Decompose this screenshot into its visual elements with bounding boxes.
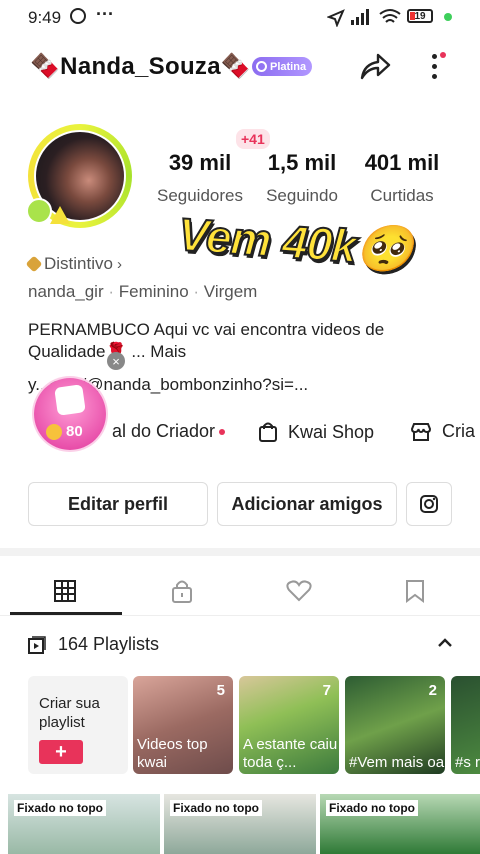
bio-line: Qualidade🌹 ... Mais xyxy=(28,342,187,361)
platinum-badge[interactable]: Platina xyxy=(252,57,313,76)
stat-label: Seguidores xyxy=(156,186,243,205)
pinned-label: Fixado no topo xyxy=(14,800,106,816)
shortcut-kwai-shop[interactable]: Kwai Shop xyxy=(258,421,374,443)
playlist-count: 2 xyxy=(428,682,437,699)
badge-label: Platina xyxy=(270,60,307,73)
username: 🍫Nanda_Souza🍫 xyxy=(30,53,252,80)
chevron-up-icon[interactable] xyxy=(436,636,454,650)
lock-icon[interactable] xyxy=(170,578,194,604)
status-bar: 9:49 ··· 19 xyxy=(0,0,480,36)
chevron-right-icon: › xyxy=(116,255,122,273)
tab-active-indicator xyxy=(10,612,122,615)
playlist-card[interactable]: 5 Videos top kwai xyxy=(133,676,233,774)
new-followers-badge: +41 xyxy=(236,129,270,149)
create-playlist-card[interactable]: Criar sua playlist + xyxy=(28,676,128,774)
location-icon xyxy=(327,9,345,27)
shortcut-creator-center[interactable]: Cria xyxy=(410,421,475,442)
profile-tags: nanda_gir · Feminino · Virgem xyxy=(28,282,258,301)
add-button[interactable]: + xyxy=(39,740,83,764)
wifi-icon xyxy=(379,9,401,23)
playlists-header[interactable]: 164 Playlists xyxy=(28,634,159,655)
store-icon xyxy=(410,422,432,441)
battery-level: 19 xyxy=(414,10,426,22)
zodiac-sign: Virgem xyxy=(203,282,258,301)
playlist-count: 5 xyxy=(216,682,225,699)
status-time: 9:49 xyxy=(28,8,62,27)
tab-underline-track xyxy=(0,615,480,616)
distinctive-link[interactable]: Distintivo › xyxy=(25,254,122,274)
stat-label: Seguindo xyxy=(266,186,338,205)
badge-icon xyxy=(256,61,267,72)
playlist-title: #Vem mais oa xyxy=(349,754,445,771)
share-icon[interactable] xyxy=(358,50,392,82)
avatar-decoration-icon xyxy=(26,198,52,224)
shortcut-label: al do Criador xyxy=(112,421,216,441)
task-icon xyxy=(54,384,86,416)
gender: Feminino xyxy=(118,282,189,301)
bio-line: PERNAMBUCO Aqui vc vai encontra videos d… xyxy=(28,320,385,339)
edit-profile-button[interactable]: Editar perfil xyxy=(28,482,208,526)
close-icon[interactable]: × xyxy=(107,352,125,370)
more-options-icon[interactable] xyxy=(430,52,446,82)
create-playlist-label: Criar sua playlist xyxy=(39,695,100,731)
handle: nanda_gir xyxy=(28,282,104,301)
stat-value: 401 mil xyxy=(364,150,440,175)
playlist-card[interactable]: #s rdo xyxy=(451,676,480,774)
more-notifications-icon: ··· xyxy=(96,4,114,24)
pinned-label: Fixado no topo xyxy=(170,800,262,816)
playlist-title: A estante caiu toda ç... xyxy=(243,736,338,771)
bookmark-icon[interactable] xyxy=(405,579,425,603)
shortcut-label: Cria xyxy=(442,421,476,441)
playlist-title: #s rdo xyxy=(455,754,480,771)
battery-icon: 19 xyxy=(407,9,433,23)
shopping-bag-icon xyxy=(259,422,277,442)
playlists-count: 164 Playlists xyxy=(58,634,160,654)
playlist-icon xyxy=(28,635,46,654)
shortcut-label: Kwai Shop xyxy=(288,421,375,442)
stat-following[interactable]: 1,5 mil Seguindo xyxy=(254,150,350,206)
playlist-card[interactable]: 7 A estante caiu toda ç... xyxy=(239,676,339,774)
video-thumbnail[interactable]: Fixado no topo xyxy=(320,794,480,854)
stat-value: 1,5 mil xyxy=(267,150,337,175)
distinctive-label: Distintivo xyxy=(44,254,113,273)
instagram-button[interactable] xyxy=(406,482,452,526)
stat-likes[interactable]: 401 mil Curtidas xyxy=(354,150,450,206)
playlist-card[interactable]: 2 #Vem mais oa xyxy=(345,676,445,774)
red-dot xyxy=(219,428,226,435)
stat-label: Curtidas xyxy=(370,186,434,205)
grid-icon[interactable] xyxy=(53,579,77,603)
bio[interactable]: PERNAMBUCO Aqui vc vai encontra videos d… xyxy=(28,319,458,363)
pinned-label: Fixado no topo xyxy=(326,800,418,816)
notification-dot xyxy=(444,13,452,21)
video-thumbnail[interactable]: Fixado no topo xyxy=(8,794,160,854)
section-divider xyxy=(0,548,480,556)
shortcut-creator[interactable]: al do Criador xyxy=(28,421,226,442)
stat-followers[interactable]: 39 mil Seguidores xyxy=(150,150,250,206)
whatsapp-icon xyxy=(70,8,86,24)
instagram-icon xyxy=(420,495,438,513)
content-tabs xyxy=(0,560,480,616)
stat-value: 39 mil xyxy=(168,150,232,175)
profile-sticker: Vem 40k🥺 xyxy=(176,207,415,277)
add-friends-button[interactable]: Adicionar amigos xyxy=(217,482,397,526)
playlist-count: 7 xyxy=(322,682,331,699)
avatar-decoration-icon xyxy=(50,206,70,224)
playlist-title: Videos top kwai xyxy=(137,736,208,771)
heart-icon[interactable] xyxy=(286,580,312,602)
video-thumbnail[interactable]: Fixado no topo xyxy=(164,794,316,854)
signal-icon xyxy=(351,9,369,25)
hexagon-icon xyxy=(25,255,43,273)
